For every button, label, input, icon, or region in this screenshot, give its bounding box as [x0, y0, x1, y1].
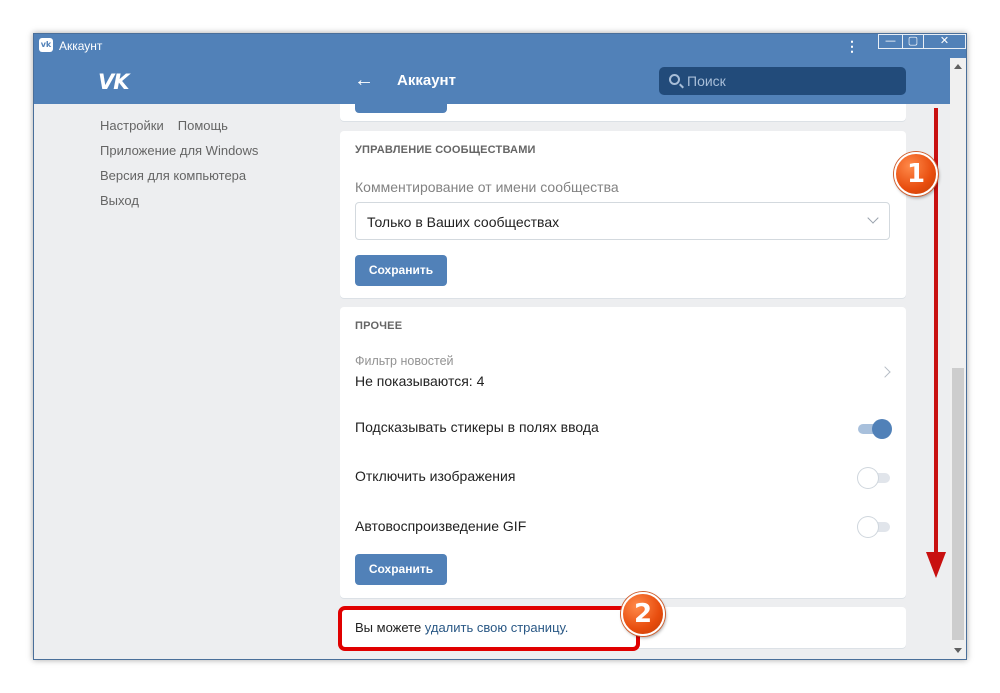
previous-section-card [340, 104, 906, 121]
gif-autoplay-label: Автовоспроизведение GIF [355, 518, 527, 534]
search-icon [669, 74, 680, 85]
app-window: vk Аккаунт ⋮ — ▢ ✕ VK ← Аккаунт Настройк… [33, 33, 967, 660]
delete-page-card: Вы можете удалить свою страницу. [340, 607, 906, 648]
maximize-button[interactable]: ▢ [902, 34, 924, 49]
page-title: Аккаунт [397, 72, 456, 89]
news-filter-label: Фильтр новостей [355, 354, 454, 368]
sidebar-item-windows-app[interactable]: Приложение для Windows [100, 143, 258, 168]
other-card: ПРОЧЕЕ Фильтр новостей Не показываются: … [340, 307, 906, 598]
vk-app-icon: vk [39, 38, 53, 52]
comment-as-community-value: Только в Ваших сообществах [367, 214, 560, 230]
toggle-knob [872, 419, 892, 439]
sidebar-item-desktop-version[interactable]: Версия для компьютера [100, 168, 258, 193]
delete-page-text: Вы можете удалить свою страницу. [355, 620, 568, 635]
toggle-knob [858, 517, 878, 537]
sidebar-item-logout[interactable]: Выход [100, 193, 258, 218]
search-box[interactable] [659, 67, 906, 95]
communities-heading: УПРАВЛЕНИЕ СООБЩЕСТВАМИ [355, 144, 536, 156]
disable-images-toggle[interactable] [858, 468, 892, 488]
scroll-down-arrow-icon[interactable] [954, 648, 962, 653]
previous-save-button[interactable] [355, 104, 447, 113]
chevron-right-icon [879, 366, 891, 378]
toggle-knob [858, 468, 878, 488]
communities-card: УПРАВЛЕНИЕ СООБЩЕСТВАМИ Комментирование … [340, 131, 906, 298]
scrollbar-thumb[interactable] [952, 368, 964, 640]
scroll-up-arrow-icon[interactable] [954, 64, 962, 69]
delete-page-prefix: Вы можете [355, 620, 425, 635]
more-vert-icon[interactable]: ⋮ [844, 38, 860, 54]
back-arrow-icon[interactable]: ← [354, 68, 374, 92]
other-heading: ПРОЧЕЕ [355, 320, 403, 332]
save-communities-button[interactable]: Сохранить [355, 255, 447, 286]
close-button[interactable]: ✕ [923, 34, 966, 49]
gif-autoplay-toggle[interactable] [858, 517, 892, 537]
sidebar-item-help[interactable]: Помощь [178, 118, 228, 143]
news-filter-value: Не показываются: 4 [355, 373, 485, 389]
sidebar-item-settings[interactable]: Настройки [100, 118, 164, 143]
sidebar-row: Настройки Помощь [100, 118, 258, 143]
chevron-down-icon [867, 212, 879, 224]
app-header: VK ← Аккаунт [34, 58, 950, 104]
window-title: Аккаунт [59, 39, 103, 53]
comment-as-community-select[interactable]: Только в Ваших сообществах [355, 202, 890, 240]
stickers-hint-toggle[interactable] [858, 419, 892, 439]
vk-logo[interactable]: VK [98, 70, 130, 94]
stickers-hint-label: Подсказывать стикеры в полях ввода [355, 419, 599, 435]
search-input[interactable] [687, 67, 897, 95]
minimize-button[interactable]: — [878, 34, 903, 49]
comment-as-community-label: Комментирование от имени сообщества [355, 179, 619, 195]
title-bar[interactable]: vk Аккаунт ⋮ — ▢ ✕ [34, 34, 966, 58]
vertical-scrollbar[interactable] [950, 58, 966, 659]
sidebar-nav: Настройки Помощь Приложение для Windows … [100, 118, 258, 218]
disable-images-label: Отключить изображения [355, 468, 516, 484]
save-other-button[interactable]: Сохранить [355, 554, 447, 585]
delete-page-link[interactable]: удалить свою страницу. [425, 620, 569, 635]
